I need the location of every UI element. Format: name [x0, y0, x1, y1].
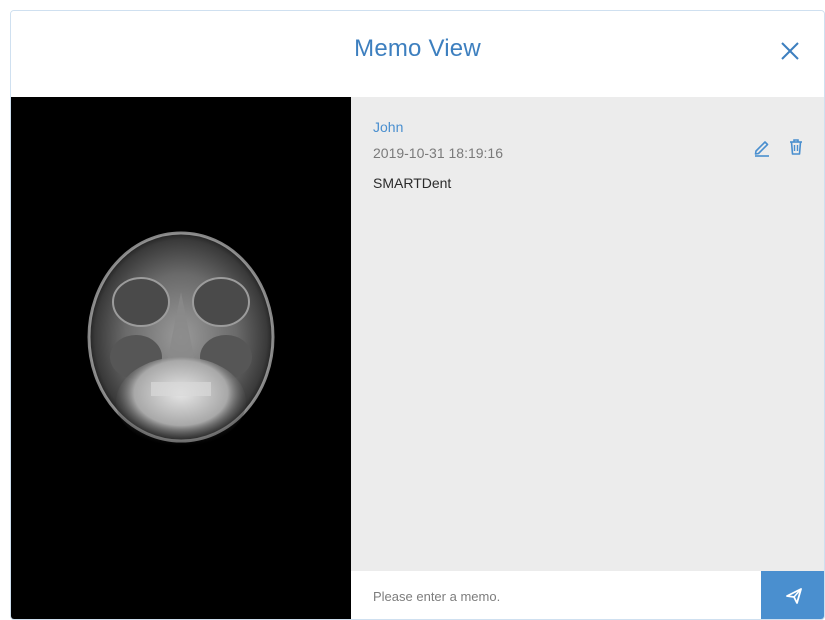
- dialog-header: Memo View: [11, 11, 824, 97]
- memo-timestamp: 2019-10-31 18:19:16: [373, 145, 503, 161]
- memo-text: SMARTDent: [373, 175, 452, 191]
- send-memo-button[interactable]: [761, 571, 824, 619]
- close-icon: [781, 42, 799, 60]
- xray-image-pane: [11, 97, 351, 619]
- xray-image: [87, 231, 275, 447]
- trash-icon: [790, 139, 802, 155]
- memo-author: John: [373, 119, 404, 135]
- close-button[interactable]: [778, 39, 802, 63]
- memo-input[interactable]: [351, 571, 761, 619]
- edit-memo-button[interactable]: [752, 137, 772, 157]
- memo-view-dialog: Memo View John 2019-10-31 18:19:16 SMART…: [10, 10, 825, 620]
- memo-input-bar: [351, 571, 824, 619]
- send-icon: [785, 588, 802, 604]
- memo-entry: John 2019-10-31 18:19:16 SMARTDent: [373, 119, 806, 191]
- memo-list-pane: John 2019-10-31 18:19:16 SMARTDent: [351, 97, 824, 619]
- delete-memo-button[interactable]: [786, 137, 806, 157]
- edit-icon: [754, 141, 769, 157]
- dialog-title: Memo View: [354, 35, 481, 62]
- memo-actions: [752, 137, 806, 157]
